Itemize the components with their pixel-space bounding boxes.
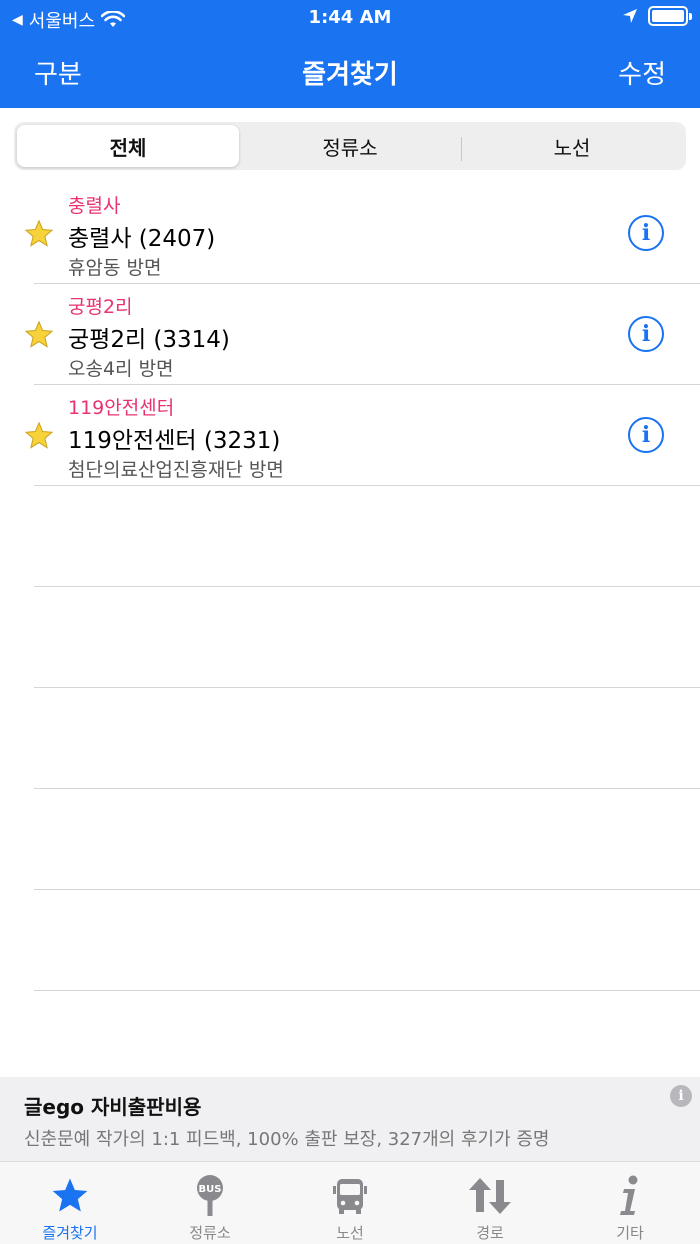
tab-label: 정류소: [189, 1224, 231, 1242]
info-icon[interactable]: i: [628, 215, 664, 251]
list-item[interactable]: 충렬사 충렬사 (2407) 휴암동 방면 i: [0, 183, 700, 284]
bus-stop-icon: BUS: [188, 1174, 232, 1218]
stop-category: 충렬사: [68, 195, 121, 217]
status-bar: ◀ 서울버스 1:44 AM: [0, 0, 700, 36]
tab-label: 노선: [336, 1224, 364, 1242]
star-icon: [24, 219, 54, 247]
list-item[interactable]: 궁평2리 궁평2리 (3314) 오송4리 방면 i: [0, 284, 700, 385]
star-icon: [24, 421, 54, 449]
star-icon: [48, 1174, 92, 1218]
route-arrows-icon: [468, 1174, 512, 1218]
info-icon[interactable]: i: [628, 417, 664, 453]
page-title: 즐겨찾기: [302, 60, 398, 90]
stop-name: 충렬사 (2407): [68, 226, 216, 252]
status-right: [622, 6, 692, 26]
bus-icon: [328, 1174, 372, 1218]
segment-all[interactable]: 전체: [17, 125, 239, 167]
battery-icon: [648, 6, 692, 26]
empty-row: [0, 688, 700, 789]
tab-label: 경로: [476, 1224, 504, 1242]
location-arrow-icon: [623, 9, 637, 23]
empty-row: [0, 587, 700, 688]
stop-name: 119안전센터 (3231): [68, 428, 281, 454]
favorites-list: 충렬사 충렬사 (2407) 휴암동 방면 i 궁평2리 궁평2리 (3314)…: [0, 183, 700, 991]
list-item[interactable]: 119안전센터 119안전센터 (3231) 첨단의료산업진흥재단 방면 i: [0, 385, 700, 486]
tab-favorites[interactable]: 즐겨찾기: [0, 1162, 140, 1244]
tab-stops[interactable]: BUS 정류소: [140, 1162, 280, 1244]
tab-label: 즐겨찾기: [42, 1224, 98, 1242]
ad-description: 신춘문예 작가의 1:1 피드백, 100% 출판 보장, 327개의 후기가 …: [24, 1129, 550, 1150]
stop-name: 궁평2리 (3314): [68, 327, 230, 353]
segment-routes[interactable]: 노선: [461, 125, 683, 167]
stop-direction: 첨단의료산업진흥재단 방면: [68, 459, 284, 481]
info-icon[interactable]: i: [628, 316, 664, 352]
segmented-control: 전체 정류소 노선: [14, 122, 686, 170]
svg-text:BUS: BUS: [199, 1184, 222, 1195]
tab-routes[interactable]: 노선: [280, 1162, 420, 1244]
stop-category: 궁평2리: [68, 296, 133, 318]
segment-stops[interactable]: 정류소: [239, 125, 461, 167]
row-divider: [34, 990, 700, 991]
star-icon: [24, 320, 54, 348]
tab-bar: 즐겨찾기 BUS 정류소 노선 경로 기타: [0, 1161, 700, 1244]
segment-label: 정류소: [322, 135, 378, 160]
stop-direction: 오송4리 방면: [68, 358, 174, 380]
info-icon: [608, 1174, 652, 1218]
segment-divider: [461, 137, 462, 161]
app-header: ◀ 서울버스 1:44 AM 구분 즐겨찾기 수정: [0, 0, 700, 108]
edit-button[interactable]: 수정: [618, 54, 666, 91]
tab-more[interactable]: 기타: [560, 1162, 700, 1244]
status-time: 1:44 AM: [308, 7, 392, 28]
empty-row: [0, 890, 700, 991]
nav-bar: 구분 즐겨찾기 수정: [0, 48, 700, 96]
ad-title: 글ego 자비출판비용: [24, 1095, 202, 1119]
ad-info-icon[interactable]: i: [670, 1085, 692, 1107]
segment-label: 노선: [553, 135, 591, 160]
empty-row: [0, 789, 700, 890]
stop-direction: 휴암동 방면: [68, 257, 162, 279]
tab-label: 기타: [616, 1224, 644, 1242]
stop-category: 119안전센터: [68, 397, 175, 419]
segment-label: 전체: [109, 135, 147, 160]
empty-row: [0, 486, 700, 587]
tab-path[interactable]: 경로: [420, 1162, 560, 1244]
ad-banner[interactable]: 글ego 자비출판비용 신춘문예 작가의 1:1 피드백, 100% 출판 보장…: [0, 1077, 700, 1161]
